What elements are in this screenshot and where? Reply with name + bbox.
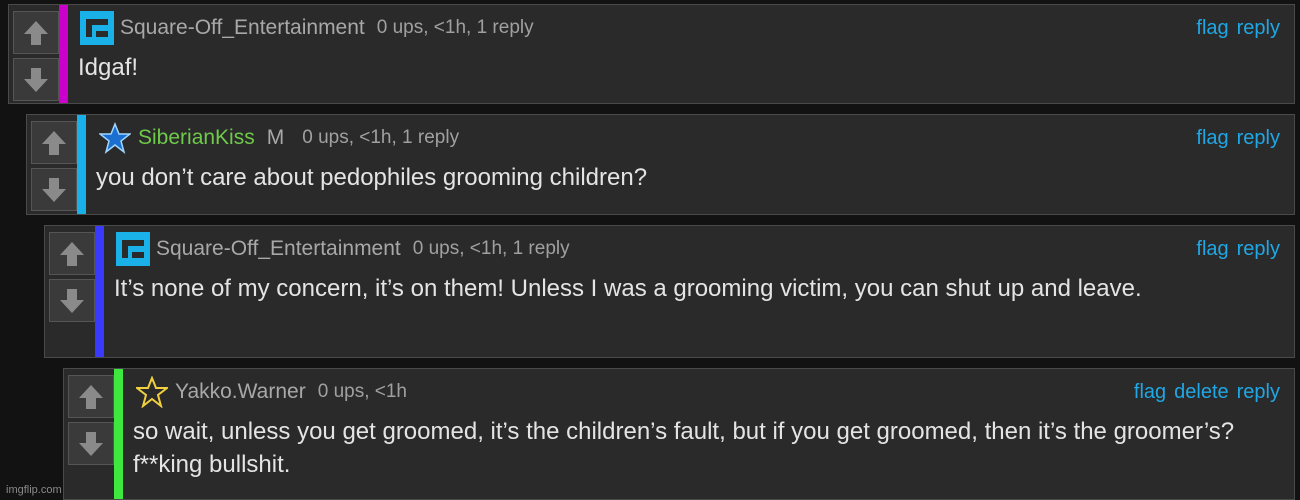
username[interactable]: SiberianKiss (138, 126, 255, 150)
comment-body: Yakko.Warner 0 ups, <1h flag delete repl… (123, 369, 1294, 499)
flag-link[interactable]: flag (1196, 17, 1228, 40)
vote-column (9, 5, 59, 103)
up-arrow-icon (60, 241, 84, 266)
down-arrow-icon (79, 431, 103, 456)
vote-column (64, 369, 114, 499)
delete-link[interactable]: delete (1174, 381, 1229, 404)
up-arrow-icon (79, 384, 103, 409)
username[interactable]: Yakko.Warner (175, 380, 306, 404)
comment-body: Square-Off_Entertainment 0 ups, <1h, 1 r… (68, 5, 1294, 103)
watermark: imgflip.com (6, 484, 62, 496)
comment: Square-Off_Entertainment 0 ups, <1h, 1 r… (44, 225, 1295, 358)
comment-meta: 0 ups, <1h (317, 381, 407, 402)
upvote-button[interactable] (31, 121, 77, 164)
flag-link[interactable]: flag (1196, 238, 1228, 261)
flag-link[interactable]: flag (1134, 381, 1166, 404)
comment-text: Idgaf! (78, 54, 139, 81)
downvote-button[interactable] (49, 279, 95, 322)
comment: Square-Off_Entertainment 0 ups, <1h, 1 r… (8, 4, 1295, 104)
reply-link[interactable]: reply (1237, 127, 1280, 150)
upvote-button[interactable] (68, 375, 114, 418)
reply-link[interactable]: reply (1237, 381, 1280, 404)
upvote-button[interactable] (13, 11, 59, 54)
comment-body: Square-Off_Entertainment 0 ups, <1h, 1 r… (104, 226, 1294, 357)
comment-actions: flag reply (1196, 127, 1280, 150)
thread-accent-bar (77, 115, 86, 214)
flag-link[interactable]: flag (1196, 127, 1228, 150)
comment-body: SiberianKiss M 0 ups, <1h, 1 reply flag … (86, 115, 1294, 214)
downvote-button[interactable] (13, 58, 59, 101)
square-off-logo-icon[interactable] (78, 9, 116, 47)
yellow-star-icon[interactable] (133, 373, 171, 411)
comment-actions: flag reply (1196, 238, 1280, 261)
username[interactable]: Square-Off_Entertainment (156, 237, 401, 261)
up-arrow-icon (42, 130, 66, 155)
user-badge: M (266, 126, 285, 149)
downvote-button[interactable] (68, 422, 114, 465)
blue-star-icon[interactable] (96, 119, 134, 157)
up-arrow-icon (24, 20, 48, 45)
comment-meta: 0 ups, <1h, 1 reply (376, 17, 534, 38)
down-arrow-icon (60, 288, 84, 313)
reply-link[interactable]: reply (1237, 17, 1280, 40)
comment: SiberianKiss M 0 ups, <1h, 1 reply flag … (26, 114, 1295, 215)
reply-link[interactable]: reply (1237, 238, 1280, 261)
thread-accent-bar (59, 5, 68, 103)
comment: Yakko.Warner 0 ups, <1h flag delete repl… (63, 368, 1295, 500)
thread-accent-bar (95, 226, 104, 357)
thread-accent-bar (114, 369, 123, 499)
comment-meta: 0 ups, <1h, 1 reply (412, 238, 570, 259)
comment-text: It’s none of my concern, it’s on them! U… (114, 275, 1142, 302)
upvote-button[interactable] (49, 232, 95, 275)
down-arrow-icon (42, 177, 66, 202)
comment-text: so wait, unless you get groomed, it’s th… (133, 418, 1235, 478)
square-off-logo-icon[interactable] (114, 230, 152, 268)
vote-column (45, 226, 95, 357)
comment-text: you don’t care about pedophiles grooming… (96, 164, 648, 191)
comment-actions: flag reply (1196, 17, 1280, 40)
comment-meta: 0 ups, <1h, 1 reply (302, 127, 460, 148)
comment-actions: flag delete reply (1134, 381, 1280, 404)
down-arrow-icon (24, 67, 48, 92)
downvote-button[interactable] (31, 168, 77, 211)
username[interactable]: Square-Off_Entertainment (120, 16, 365, 40)
vote-column (27, 115, 77, 214)
